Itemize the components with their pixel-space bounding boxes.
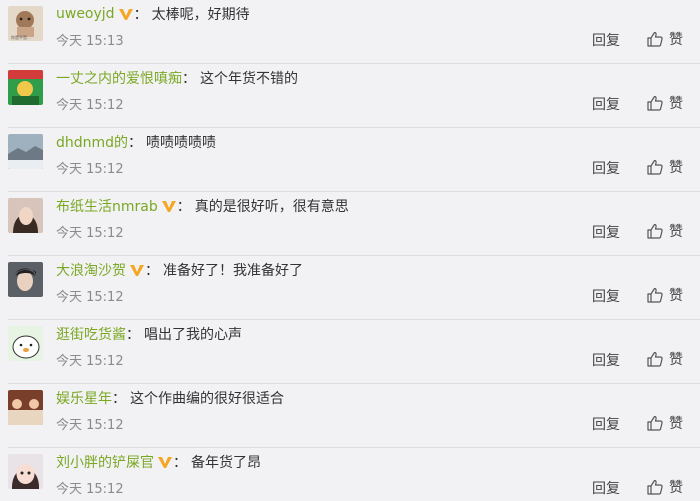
comment-text: 这个年货不错的 [200, 71, 298, 87]
like-button[interactable]: 赞 [646, 349, 683, 369]
comment-item: 布纸生活nmrab ： 真的是很好听，很有意思 今天 15:12 回复 赞 [0, 192, 700, 256]
like-label: 赞 [669, 96, 683, 112]
timestamp: 今天 15:13 [56, 34, 124, 49]
comment-list: 你是不是... uweoyjd ： 太棒呢，好期待 今天 15:13 回复 赞 [0, 0, 700, 501]
like-button[interactable]: 赞 [646, 157, 683, 177]
comment-item: dhdnmd的 ： 啧啧啧啧啧 今天 15:12 回复 赞 [0, 128, 700, 192]
avatar[interactable] [8, 134, 43, 169]
verified-badge-icon [118, 9, 133, 20]
like-label: 赞 [669, 352, 683, 368]
thumbs-up-icon [647, 31, 663, 47]
timestamp: 今天 15:12 [56, 98, 124, 113]
thumbs-up-icon [647, 287, 663, 303]
comment-text: 唱出了我的心声 [144, 327, 242, 343]
comment-text: 啧啧啧啧啧 [146, 135, 217, 151]
reply-button[interactable]: 回复 [592, 414, 620, 434]
comment-item: 一丈之内的爱恨嗔痴 ： 这个年货不错的 今天 15:12 回复 赞 [0, 64, 700, 128]
timestamp: 今天 15:12 [56, 162, 124, 177]
like-label: 赞 [669, 32, 683, 48]
verified-badge-icon [161, 201, 176, 212]
like-label: 赞 [669, 160, 683, 176]
timestamp: 今天 15:12 [56, 354, 124, 369]
like-button[interactable]: 赞 [646, 413, 683, 433]
username[interactable]: uweoyjd [56, 6, 115, 22]
avatar-caption: 你是不是... [11, 34, 31, 40]
avatar[interactable] [8, 454, 43, 489]
username[interactable]: dhdnmd的 [56, 132, 128, 152]
reply-button[interactable]: 回复 [592, 30, 620, 50]
avatar[interactable] [8, 326, 43, 361]
comment-text: 太棒呢，好期待 [151, 7, 250, 23]
reply-button[interactable]: 回复 [592, 350, 620, 370]
thumbs-up-icon [647, 351, 663, 367]
comment-item: 娱乐星年 ： 这个作曲编的很好很适合 今天 15:12 回复 赞 [0, 384, 700, 448]
reply-button[interactable]: 回复 [592, 478, 620, 498]
avatar[interactable]: 你是不是... [8, 6, 43, 41]
username[interactable]: 逛街吃货酱 [56, 324, 126, 344]
comment-text: 准备好了！我准备好了 [163, 263, 303, 279]
username[interactable]: 大浪淘沙贺 [56, 260, 126, 280]
thumbs-up-icon [647, 415, 663, 431]
comment-text: 真的是很好听，很有意思 [194, 199, 349, 215]
username[interactable]: 刘小胖的铲屎官 [56, 452, 154, 472]
username[interactable]: 一丈之内的爱恨嗔痴 [56, 68, 182, 88]
thumbs-up-icon [647, 479, 663, 495]
timestamp: 今天 15:12 [56, 482, 124, 497]
comment-item: 刘小胖的铲屎官 ： 备年货了昂 今天 15:12 回复 赞 [0, 448, 700, 501]
comment-item: 大浪淘沙贺 ： 准备好了！我准备好了 今天 15:12 回复 赞 [0, 256, 700, 320]
reply-button[interactable]: 回复 [592, 158, 620, 178]
reply-button[interactable]: 回复 [592, 286, 620, 306]
avatar[interactable] [8, 262, 43, 297]
verified-badge-icon [158, 457, 172, 468]
thumbs-up-icon [647, 159, 663, 175]
like-button[interactable]: 赞 [646, 93, 683, 113]
like-button[interactable]: 赞 [646, 477, 683, 497]
reply-button[interactable]: 回复 [592, 94, 620, 114]
reply-button[interactable]: 回复 [592, 222, 620, 242]
timestamp: 今天 15:12 [56, 226, 124, 241]
timestamp: 今天 15:12 [56, 290, 124, 305]
verified-badge-icon [130, 265, 144, 276]
username[interactable]: 布纸生活nmrab [56, 196, 158, 216]
like-label: 赞 [669, 288, 683, 304]
like-button[interactable]: 赞 [646, 221, 683, 241]
thumbs-up-icon [647, 95, 663, 111]
timestamp: 今天 15:12 [56, 418, 124, 433]
comment-item: 你是不是... uweoyjd ： 太棒呢，好期待 今天 15:13 回复 赞 [0, 0, 700, 64]
like-label: 赞 [669, 480, 683, 496]
avatar[interactable] [8, 390, 43, 425]
like-label: 赞 [669, 416, 683, 432]
avatar[interactable] [8, 198, 43, 233]
thumbs-up-icon [647, 223, 663, 239]
like-button[interactable]: 赞 [646, 29, 683, 49]
username[interactable]: 娱乐星年 [56, 388, 112, 408]
comment-text: 备年货了昂 [191, 455, 261, 471]
comment-text: 这个作曲编的很好很适合 [130, 391, 284, 407]
avatar[interactable] [8, 70, 43, 105]
like-button[interactable]: 赞 [646, 285, 683, 305]
like-label: 赞 [669, 224, 683, 240]
comment-item: 逛街吃货酱 ： 唱出了我的心声 今天 15:12 回复 赞 [0, 320, 700, 384]
